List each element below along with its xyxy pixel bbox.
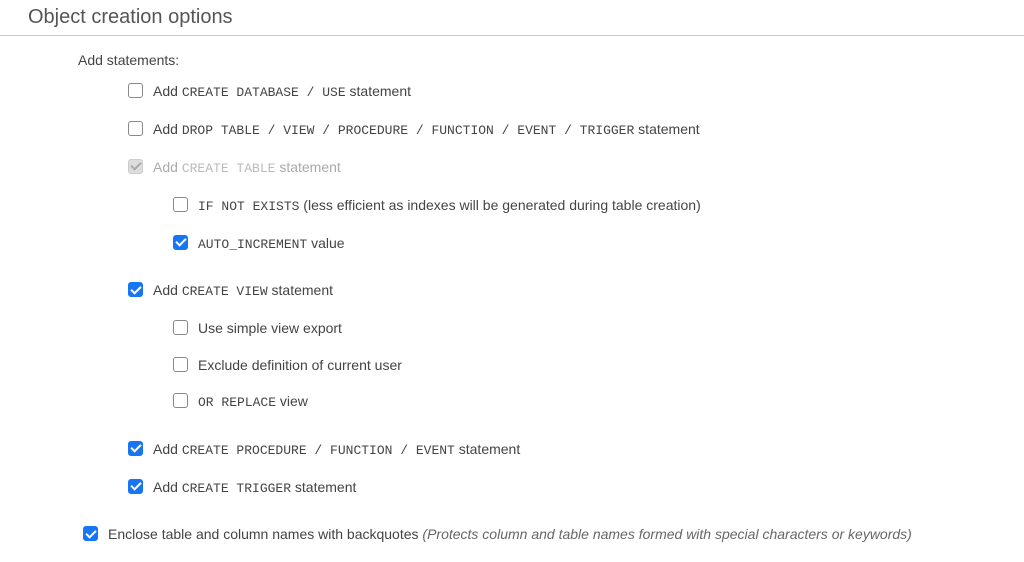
- create-table-checkbox: [128, 159, 143, 174]
- exclude-def-label: Exclude definition of current user: [198, 356, 402, 374]
- backquotes-checkbox[interactable]: [83, 526, 98, 541]
- option-create-table: Add CREATE TABLE statement: [128, 158, 996, 178]
- create-trigger-checkbox[interactable]: [128, 479, 143, 494]
- create-database-checkbox[interactable]: [128, 83, 143, 98]
- backquotes-label: Enclose table and column names with back…: [108, 525, 912, 543]
- option-create-trigger: Add CREATE TRIGGER statement: [128, 478, 996, 498]
- auto-increment-checkbox[interactable]: [173, 235, 188, 250]
- exclude-def-checkbox[interactable]: [173, 357, 188, 372]
- option-create-procedure: Add CREATE PROCEDURE / FUNCTION / EVENT …: [128, 440, 996, 460]
- create-procedure-label: Add CREATE PROCEDURE / FUNCTION / EVENT …: [153, 440, 520, 460]
- create-view-checkbox[interactable]: [128, 282, 143, 297]
- section-title: Object creation options: [0, 0, 1024, 36]
- option-exclude-def: Exclude definition of current user: [173, 356, 996, 374]
- create-database-label: Add CREATE DATABASE / USE statement: [153, 82, 411, 102]
- if-not-exists-label: IF NOT EXISTS (less efficient as indexes…: [198, 196, 701, 216]
- auto-increment-label: AUTO_INCREMENT value: [198, 234, 345, 254]
- option-if-not-exists: IF NOT EXISTS (less efficient as indexes…: [173, 196, 996, 216]
- drop-table-checkbox[interactable]: [128, 121, 143, 136]
- or-replace-label: OR REPLACE view: [198, 392, 308, 412]
- option-create-view: Add CREATE VIEW statement: [128, 281, 996, 301]
- or-replace-checkbox[interactable]: [173, 393, 188, 408]
- option-auto-increment: AUTO_INCREMENT value: [173, 234, 996, 254]
- if-not-exists-checkbox[interactable]: [173, 197, 188, 212]
- simple-view-label: Use simple view export: [198, 319, 342, 337]
- option-create-database: Add CREATE DATABASE / USE statement: [128, 82, 996, 102]
- option-simple-view: Use simple view export: [173, 319, 996, 337]
- create-procedure-checkbox[interactable]: [128, 441, 143, 456]
- create-trigger-label: Add CREATE TRIGGER statement: [153, 478, 356, 498]
- option-backquotes: Enclose table and column names with back…: [83, 525, 996, 543]
- simple-view-checkbox[interactable]: [173, 320, 188, 335]
- create-view-label: Add CREATE VIEW statement: [153, 281, 333, 301]
- create-table-label: Add CREATE TABLE statement: [153, 158, 341, 178]
- add-statements-label: Add statements:: [78, 52, 996, 68]
- option-or-replace: OR REPLACE view: [173, 392, 996, 412]
- option-drop-table: Add DROP TABLE / VIEW / PROCEDURE / FUNC…: [128, 120, 996, 140]
- drop-table-label: Add DROP TABLE / VIEW / PROCEDURE / FUNC…: [153, 120, 700, 140]
